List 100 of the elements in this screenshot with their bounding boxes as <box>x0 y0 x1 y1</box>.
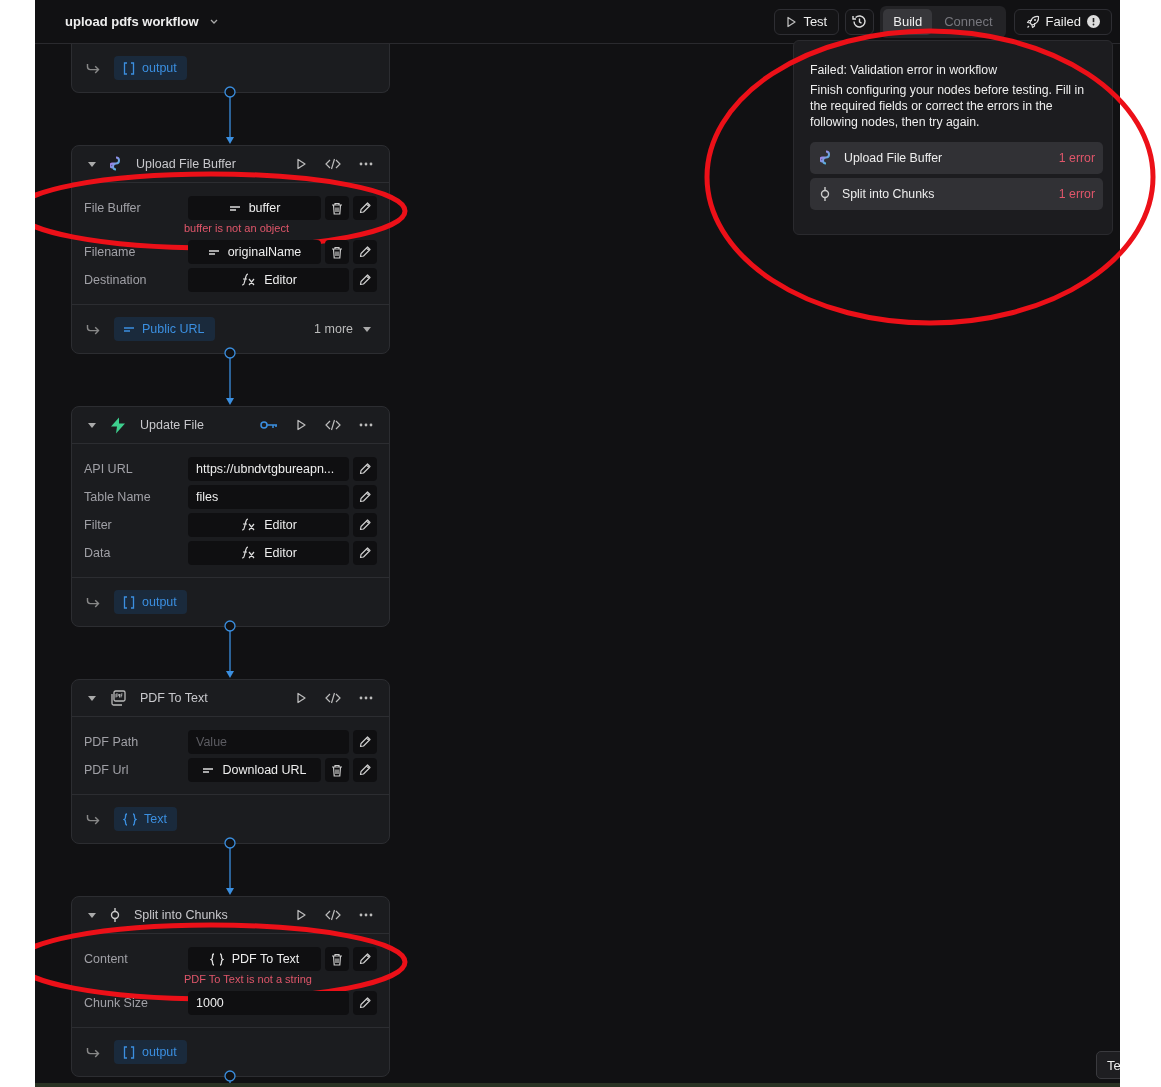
edit-button[interactable] <box>353 268 377 292</box>
corner-button[interactable]: Te <box>1096 1051 1120 1079</box>
split-icon <box>110 907 120 923</box>
history-button[interactable] <box>845 8 875 35</box>
more-icon[interactable] <box>359 696 373 700</box>
pencil-icon <box>359 764 371 776</box>
pencil-icon <box>359 519 371 531</box>
run-icon[interactable] <box>296 692 307 704</box>
value-field[interactable]: buffer <box>188 196 321 220</box>
braces-icon <box>123 812 137 826</box>
key-icon[interactable] <box>260 420 278 430</box>
value-field[interactable]: originalName <box>188 240 321 264</box>
connector-arrow[interactable] <box>224 620 236 679</box>
error-node-item[interactable]: Upload File Buffer 1 error <box>810 142 1103 174</box>
code-icon[interactable] <box>325 158 341 170</box>
brackets-icon <box>123 1045 135 1059</box>
run-icon[interactable] <box>296 909 307 921</box>
field-label: Table Name <box>84 490 152 504</box>
rocket-icon <box>1025 14 1040 29</box>
edit-button[interactable] <box>353 196 377 220</box>
delete-button[interactable] <box>325 758 349 782</box>
text-lines-icon <box>123 325 135 333</box>
connector-arrow[interactable] <box>224 837 236 896</box>
delete-button[interactable] <box>325 240 349 264</box>
pencil-icon <box>359 246 371 258</box>
field-label: PDF Url <box>84 763 130 777</box>
edit-button[interactable] <box>353 991 377 1015</box>
value-field[interactable]: PDF To Text <box>188 947 321 971</box>
test-button[interactable]: Test <box>774 8 840 35</box>
edit-button[interactable] <box>353 947 377 971</box>
split-icon <box>820 186 830 202</box>
caret-icon <box>363 326 371 332</box>
error-node-item[interactable]: Split into Chunks 1 error <box>810 178 1103 210</box>
value-field[interactable]: Editor <box>188 268 349 292</box>
pencil-icon <box>359 491 371 503</box>
braces-icon <box>209 952 224 966</box>
output-chip[interactable]: Public URL <box>114 317 215 341</box>
output-chip[interactable]: output <box>114 590 187 614</box>
field-label: Content <box>84 952 129 966</box>
node-title: Upload File Buffer <box>136 157 237 171</box>
pencil-icon <box>359 997 371 1009</box>
value-field[interactable]: Editor <box>188 541 349 565</box>
edit-button[interactable] <box>353 457 377 481</box>
pencil-icon <box>359 953 371 965</box>
pencil-icon <box>359 202 371 214</box>
status-button[interactable]: Failed <box>1013 8 1112 35</box>
more-icon[interactable] <box>359 423 373 427</box>
output-chip[interactable]: Text <box>114 807 177 831</box>
collapse-caret-icon[interactable] <box>88 695 96 701</box>
code-icon[interactable] <box>325 692 341 704</box>
delete-button[interactable] <box>325 947 349 971</box>
edit-button[interactable] <box>353 240 377 264</box>
edit-button[interactable] <box>353 758 377 782</box>
pencil-icon <box>359 736 371 748</box>
run-icon[interactable] <box>296 158 307 170</box>
text-lines-icon <box>202 766 215 774</box>
more-outputs-dropdown[interactable]: 1 more <box>314 322 371 336</box>
workflow-title[interactable]: upload pdfs workflow <box>65 14 199 29</box>
connector-arrow[interactable] <box>224 86 236 145</box>
mode-tab[interactable]: Connect <box>934 8 1003 35</box>
value-field[interactable]: files <box>188 485 349 509</box>
edit-button[interactable] <box>353 541 377 565</box>
value-field[interactable]: Editor <box>188 513 349 537</box>
function-icon <box>240 273 257 287</box>
pencil-icon <box>359 274 371 286</box>
collapse-caret-icon[interactable] <box>88 161 96 167</box>
node-title: Update File <box>140 418 205 432</box>
value-field[interactable]: Download URL <box>188 758 321 782</box>
connector-arrow[interactable] <box>224 347 236 406</box>
delete-button[interactable] <box>325 196 349 220</box>
collapse-caret-icon[interactable] <box>88 422 96 428</box>
output-chip[interactable]: output <box>114 1040 187 1064</box>
error-count: 1 error <box>1058 187 1095 201</box>
output-chip[interactable]: output <box>114 56 187 80</box>
edit-button[interactable] <box>353 485 377 509</box>
bolt-icon <box>110 416 126 434</box>
pencil-icon <box>359 547 371 559</box>
trash-icon <box>331 763 343 777</box>
link-icon <box>110 156 122 172</box>
return-arrow-icon <box>86 62 100 74</box>
code-icon[interactable] <box>325 419 341 431</box>
more-icon[interactable] <box>359 913 373 917</box>
more-icon[interactable] <box>359 162 373 166</box>
error-message: buffer is not an object <box>184 222 290 234</box>
run-icon[interactable] <box>296 419 307 431</box>
value-field[interactable]: 1000 <box>188 991 349 1015</box>
value-field[interactable]: https://ubndvtgbureapn... <box>188 457 349 481</box>
link-icon <box>820 150 832 166</box>
return-arrow-icon <box>86 813 100 825</box>
trash-icon <box>331 952 343 966</box>
function-icon <box>240 546 257 560</box>
code-icon[interactable] <box>325 909 341 921</box>
field-label: PDF Path <box>84 735 140 749</box>
chevron-down-icon[interactable] <box>208 18 219 25</box>
return-arrow-icon <box>86 323 100 335</box>
edit-button[interactable] <box>353 730 377 754</box>
collapse-caret-icon[interactable] <box>88 912 96 918</box>
edit-button[interactable] <box>353 513 377 537</box>
popup-message: Finish configuring your nodes before testing. Fill in the required fields or correct the errors in the following nodes, then try again. <box>810 82 1086 130</box>
history-icon <box>852 14 868 29</box>
